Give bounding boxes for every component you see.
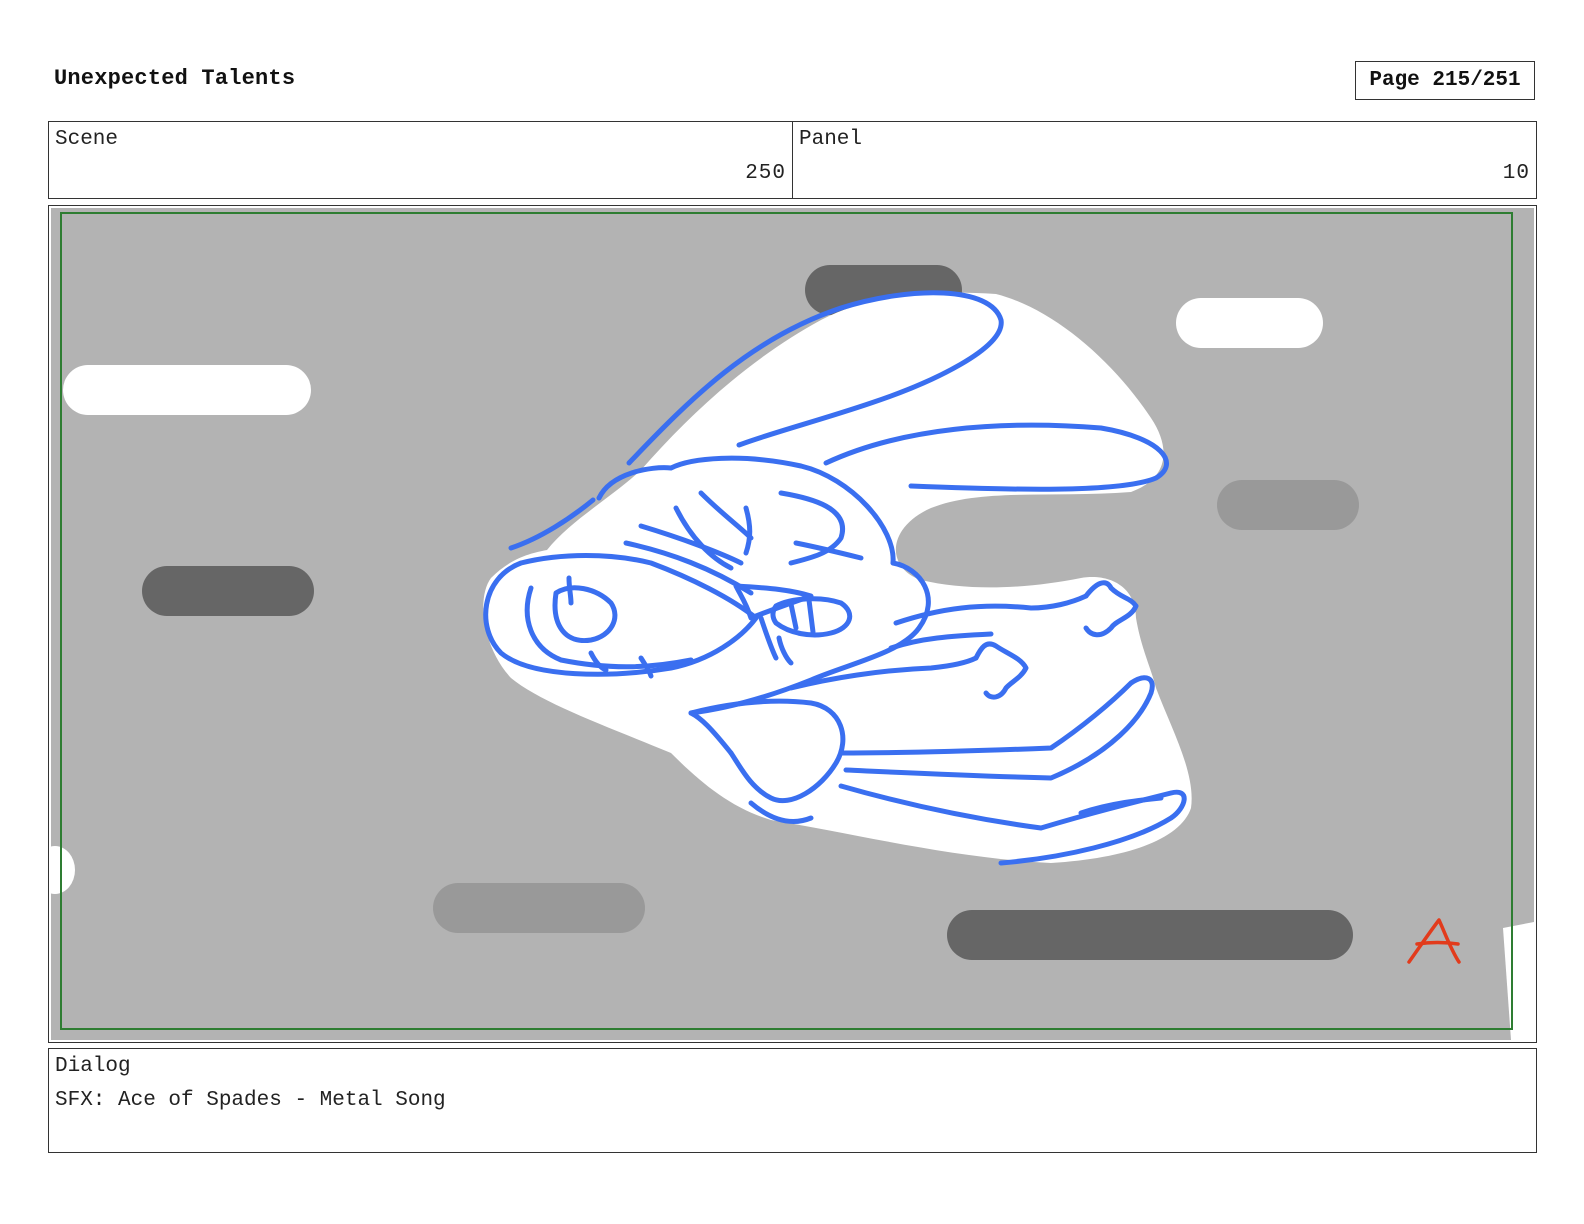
- panel-label: Panel: [799, 128, 863, 151]
- dialog-text: SFX: Ace of Spades - Metal Song: [55, 1089, 446, 1112]
- speed-streak: [142, 566, 314, 616]
- storyboard-frame: A: [48, 205, 1537, 1043]
- panel-number: 10: [1502, 162, 1530, 185]
- dialog-box: Dialog SFX: Ace of Spades - Metal Song: [48, 1048, 1537, 1153]
- panel-cell: Panel 10: [792, 122, 1536, 198]
- speed-streak: [947, 910, 1353, 960]
- speed-streak: [63, 365, 311, 415]
- speed-streak: [1217, 480, 1359, 530]
- page-indicator: Page 215/251: [1355, 61, 1535, 100]
- speed-streak: [433, 883, 645, 933]
- scene-number: 250: [745, 162, 786, 185]
- scene-label: Scene: [55, 128, 119, 151]
- scene-cell: Scene 250: [49, 122, 792, 198]
- project-title: Unexpected Talents: [54, 66, 296, 91]
- scene-panel-row: Scene 250 Panel 10: [48, 121, 1537, 199]
- storyboard-panel-image: A: [51, 208, 1534, 1040]
- dialog-label: Dialog: [55, 1055, 131, 1078]
- speed-streak: [1176, 298, 1323, 348]
